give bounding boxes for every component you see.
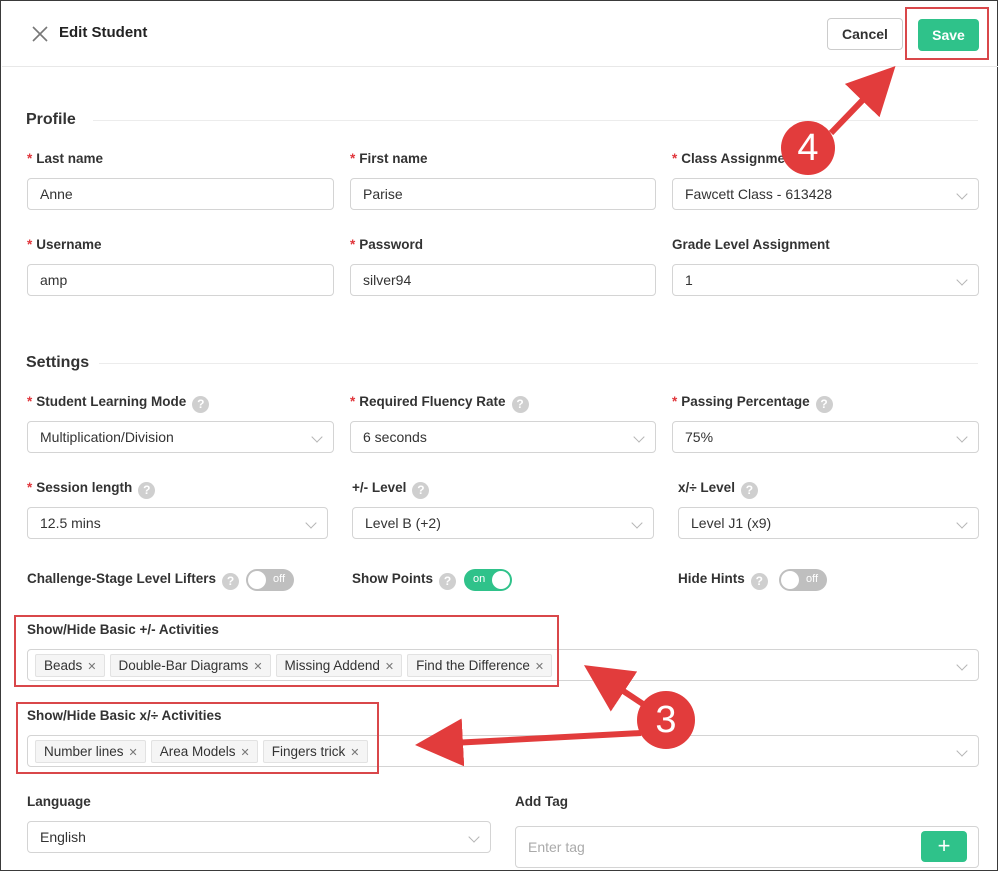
annotation-arrows: [415, 66, 896, 767]
arrow-to-mult-activities: [415, 718, 642, 767]
step-4-badge: 4: [781, 121, 835, 175]
arrow-to-add-activities: [583, 665, 648, 712]
edit-student-dialog: Edit Student Cancel Save Profile * Last n…: [0, 0, 998, 871]
step-3-badge: 3: [637, 691, 695, 749]
arrow-to-save: [828, 66, 896, 136]
